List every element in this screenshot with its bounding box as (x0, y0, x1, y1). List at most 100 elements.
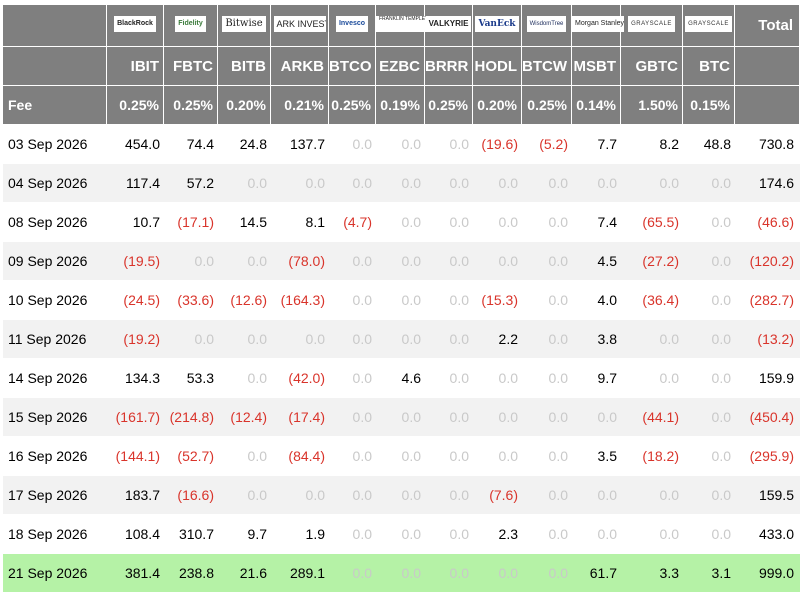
date-cell: 18 Sep 2026 (3, 515, 107, 554)
fidelity-logo: Fidelity (175, 16, 206, 32)
ticker-header: BTCW (522, 47, 572, 86)
flow-value-cell: 0.0 (425, 515, 473, 554)
morgan-stanley-logo: Morgan Stanley (572, 16, 624, 32)
table-row: 21 Sep 2026 381.4 238.8 21.6 289.1 0.0 0.0 0.0 0… (3, 554, 800, 593)
ticker-header: IBIT (107, 47, 164, 86)
etf-flows-table: BlackRock Fidelity Bitwise ARK INVEST Invesc… (3, 5, 800, 593)
flow-value-cell: (24.5) (107, 281, 164, 320)
vaneck-logo: VanEck (475, 16, 519, 32)
flow-value-cell: 0.0 (473, 398, 522, 437)
flow-value-cell: 0.0 (329, 515, 376, 554)
flow-value-cell: 0.0 (218, 476, 271, 515)
flow-value-cell: (16.6) (164, 476, 218, 515)
fee-row: Fee 0.25% 0.25% 0.20% 0.21% 0.25% 0.19% 0.25% 0… (3, 86, 800, 125)
table-row: 14 Sep 2026 134.3 53.3 0.0 (42.0) 0.0 4.6 0.0 0.… (3, 359, 800, 398)
flow-value-cell: 57.2 (164, 164, 218, 203)
issuer-logo-cell: Bitwise (218, 5, 271, 47)
ticker-header: EZBC (376, 47, 425, 86)
flow-value-cell: 381.4 (107, 554, 164, 593)
date-cell: 17 Sep 2026 (3, 476, 107, 515)
flow-value-cell: 108.4 (107, 515, 164, 554)
flow-value-cell: 0.0 (376, 320, 425, 359)
flow-value-cell: 0.0 (329, 437, 376, 476)
flow-value-cell: 137.7 (271, 125, 329, 164)
table-row: 15 Sep 2026 (161.7) (214.8) (12.4) (17.4) 0.0… (3, 398, 800, 437)
wisdomtree-logo: WisdomTree (526, 16, 567, 32)
flow-value-cell: 134.3 (107, 359, 164, 398)
ticker-header: HODL (473, 47, 522, 86)
flow-value-cell: (12.6) (218, 281, 271, 320)
flow-value-cell: 0.0 (522, 437, 572, 476)
flow-value-cell: 0.0 (683, 320, 735, 359)
fee-cell: 0.25% (329, 86, 376, 125)
flow-value-cell: 9.7 (218, 515, 271, 554)
date-cell: 14 Sep 2026 (3, 359, 107, 398)
flow-value-cell: 0.0 (473, 437, 522, 476)
flow-value-cell: (44.1) (621, 398, 683, 437)
flow-value-cell: 0.0 (329, 476, 376, 515)
flow-value-cell: 0.0 (572, 515, 621, 554)
flow-value-cell: 0.0 (522, 320, 572, 359)
flow-value-cell: (78.0) (271, 242, 329, 281)
flow-value-cell: (12.4) (218, 398, 271, 437)
flow-value-cell: 0.0 (621, 164, 683, 203)
date-cell: 21 Sep 2026 (3, 554, 107, 593)
flow-value-cell: 0.0 (621, 515, 683, 554)
flow-value-cell: 0.0 (218, 164, 271, 203)
flow-value-cell: 74.4 (164, 125, 218, 164)
ticker-header: ARKB (271, 47, 329, 86)
ticker-header: GBTC (621, 47, 683, 86)
flow-value-cell: 0.0 (376, 554, 425, 593)
flow-value-cell: 0.0 (683, 437, 735, 476)
flow-value-cell: 0.0 (621, 320, 683, 359)
flow-value-cell: 0.0 (376, 398, 425, 437)
flow-value-cell: 0.0 (572, 476, 621, 515)
flow-value-cell: 0.0 (425, 437, 473, 476)
flow-value-cell: 0.0 (683, 242, 735, 281)
franklin-templeton-logo: FRANKLIN TEMPLETON (376, 16, 428, 32)
flow-value-cell: 0.0 (376, 437, 425, 476)
row-total-cell: (13.2) (735, 320, 800, 359)
flow-value-cell: 0.0 (621, 476, 683, 515)
flow-value-cell: (214.8) (164, 398, 218, 437)
date-cell: 11 Sep 2026 (3, 320, 107, 359)
flow-value-cell: (52.7) (164, 437, 218, 476)
fee-cell: 0.25% (164, 86, 218, 125)
fee-cell: 1.50% (621, 86, 683, 125)
valkyrie-logo: VALKYRIE (425, 16, 472, 32)
flow-value-cell: 7.4 (572, 203, 621, 242)
flow-value-cell: 7.7 (572, 125, 621, 164)
issuer-logo-cell: GRAYSCALE (621, 5, 683, 47)
flow-value-cell: 0.0 (683, 476, 735, 515)
row-total-cell: 433.0 (735, 515, 800, 554)
table-row: 16 Sep 2026 (144.1) (52.7) 0.0 (84.4) 0.0 0.0 0… (3, 437, 800, 476)
flow-value-cell: 0.0 (572, 164, 621, 203)
flow-value-cell: 0.0 (425, 398, 473, 437)
flow-value-cell: 0.0 (621, 359, 683, 398)
date-cell: 10 Sep 2026 (3, 281, 107, 320)
header-blank-cell (735, 86, 800, 125)
flow-value-cell: 183.7 (107, 476, 164, 515)
fee-cell: 0.20% (473, 86, 522, 125)
fee-cell: 0.14% (572, 86, 621, 125)
ticker-header: BTCO (329, 47, 376, 86)
flow-value-cell: 0.0 (522, 476, 572, 515)
flow-value-cell: 0.0 (218, 359, 271, 398)
table-row: 10 Sep 2026 (24.5) (33.6) (12.6) (164.3) 0.0 0… (3, 281, 800, 320)
flow-value-cell: 238.8 (164, 554, 218, 593)
table-row: 09 Sep 2026 (19.5) 0.0 0.0 (78.0) 0.0 0.0 0.0 0.… (3, 242, 800, 281)
blackrock-logo: BlackRock (114, 16, 156, 32)
flow-value-cell: 0.0 (376, 281, 425, 320)
flow-value-cell: 0.0 (329, 554, 376, 593)
flow-value-cell: (18.2) (621, 437, 683, 476)
flow-value-cell: 4.6 (376, 359, 425, 398)
flow-value-cell: 8.1 (271, 203, 329, 242)
date-cell: 16 Sep 2026 (3, 437, 107, 476)
flow-value-cell: 0.0 (376, 242, 425, 281)
flow-value-cell: 0.0 (522, 398, 572, 437)
issuer-logo-cell: Invesco (329, 5, 376, 47)
flow-value-cell: 48.8 (683, 125, 735, 164)
row-total-cell: 159.9 (735, 359, 800, 398)
flow-value-cell: 0.0 (376, 125, 425, 164)
flow-value-cell: 4.0 (572, 281, 621, 320)
